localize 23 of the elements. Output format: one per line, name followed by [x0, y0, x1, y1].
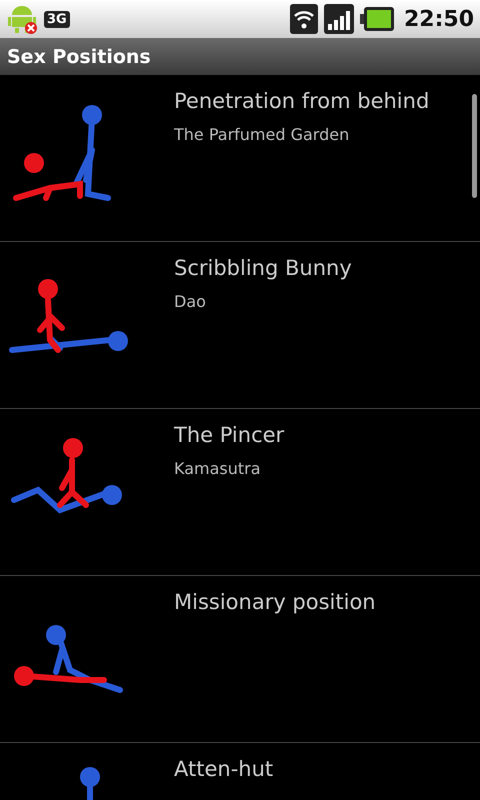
- app-title: Sex Positions: [7, 46, 151, 68]
- stick-figures-icon: [80, 767, 100, 800]
- position-source: The Parfumed Garden: [174, 125, 350, 144]
- clock: 22:50: [404, 6, 474, 32]
- android-icon: [6, 3, 38, 35]
- position-title: Scribbling Bunny: [174, 256, 352, 280]
- stick-figures-icon: [8, 438, 124, 514]
- position-title: Atten-hut: [174, 757, 274, 781]
- list-item[interactable]: Atten-hut: [0, 743, 480, 800]
- stick-figures-icon: [12, 625, 124, 694]
- wifi-icon: [290, 4, 318, 34]
- position-title: Missionary position: [174, 590, 376, 614]
- scrollbar[interactable]: [472, 94, 477, 198]
- list-item[interactable]: Scribbling Bunny Dao: [0, 242, 480, 409]
- list-item[interactable]: Missionary position: [0, 576, 480, 743]
- signal-icon: [324, 4, 354, 34]
- position-title: Penetration from behind: [174, 89, 430, 113]
- position-title: The Pincer: [174, 423, 284, 447]
- network-label: 3G: [44, 10, 70, 28]
- battery-icon: [360, 7, 394, 31]
- position-source: Dao: [174, 292, 207, 311]
- list-item[interactable]: The Pincer Kamasutra: [0, 409, 480, 576]
- position-source: Kamasutra: [174, 459, 262, 478]
